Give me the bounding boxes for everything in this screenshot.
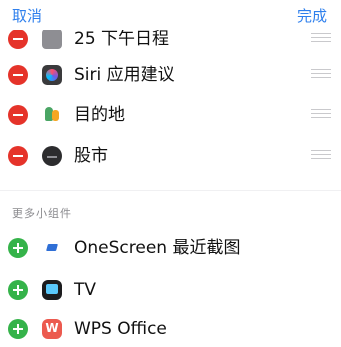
calendar-icon [42,29,62,49]
widget-label: 25 下午日程 [74,29,170,49]
widget-label: 目的地 [74,105,125,125]
wps-icon [42,319,62,339]
widget-row-siri: Siri 应用建议 [0,58,341,92]
reorder-handle[interactable] [311,150,331,162]
reorder-handle[interactable] [311,33,331,45]
add-widget-button[interactable] [8,319,28,339]
remove-widget-button[interactable] [8,105,28,125]
widget-label: TV [74,280,97,300]
onescreen-icon [42,238,62,258]
done-button[interactable]: 完成 [297,5,327,26]
more-widget-row-onescreen: OneScreen 最近截图 [0,231,341,265]
add-widget-button[interactable] [8,238,28,258]
siri-icon [42,65,62,85]
remove-widget-button[interactable] [8,65,28,85]
destination-icon [42,105,62,125]
top-bar: 取消 完成 [0,0,341,30]
widget-label: 股市 [74,146,108,166]
reorder-handle[interactable] [311,69,331,81]
remove-widget-button[interactable] [8,29,28,49]
widget-row-stocks: 股市 [0,139,341,173]
add-widget-button[interactable] [8,280,28,300]
cancel-button[interactable]: 取消 [12,5,42,26]
remove-widget-button[interactable] [8,146,28,166]
more-widget-row-wps: WPS Office [0,312,341,346]
widget-label: Siri 应用建议 [74,65,175,85]
widget-row-destination: 目的地 [0,98,341,132]
tv-icon [42,280,62,300]
widget-label: WPS Office [74,319,167,339]
reorder-handle[interactable] [311,109,331,121]
stocks-icon [42,146,62,166]
section-title: 更多小组件 [12,207,72,220]
widget-label: OneScreen 最近截图 [74,238,241,258]
more-widget-row-tv: TV [0,273,341,307]
section-divider [0,190,341,191]
